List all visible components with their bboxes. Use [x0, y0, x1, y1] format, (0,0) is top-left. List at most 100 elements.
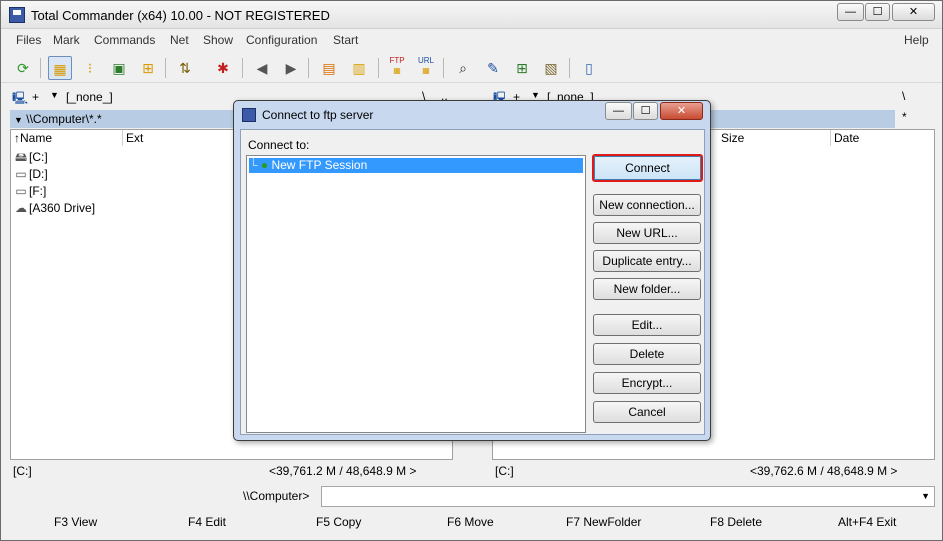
- right-filter-star[interactable]: *: [902, 110, 907, 124]
- left-path: \\Computer\*.*: [26, 112, 102, 126]
- right-root-button-2[interactable]: \: [902, 89, 905, 103]
- ftp-connect-icon[interactable]: FTP ▦: [385, 56, 409, 80]
- menu-start[interactable]: Start: [333, 33, 358, 47]
- menu-show[interactable]: Show: [203, 33, 233, 47]
- new-folder-button[interactable]: New folder...: [593, 278, 701, 300]
- dialog-close-button[interactable]: ✕: [660, 102, 703, 120]
- f7-newfolder-button[interactable]: F7 NewFolder: [566, 515, 641, 529]
- sync-dirs-icon[interactable]: ⊞: [510, 56, 534, 80]
- menu-configuration[interactable]: Configuration: [246, 33, 317, 47]
- tree-view-icon[interactable]: ⊞: [136, 56, 160, 80]
- menu-bar: Files Mark Commands Net Show Configurati…: [1, 30, 942, 52]
- chevron-down-icon: ▼: [14, 115, 23, 125]
- f8-delete-button[interactable]: F8 Delete: [710, 515, 762, 529]
- new-url-button[interactable]: New URL...: [593, 222, 701, 244]
- menu-net[interactable]: Net: [170, 33, 189, 47]
- cancel-button[interactable]: Cancel: [593, 401, 701, 423]
- thumbnail-view-icon[interactable]: ▣: [107, 56, 131, 80]
- maximize-button[interactable]: ☐: [865, 3, 890, 21]
- menu-files[interactable]: Files: [16, 33, 41, 47]
- dialog-maximize-button[interactable]: ☐: [633, 102, 658, 120]
- ftp-session-icon: ●: [260, 158, 269, 172]
- drive-f-icon: ▭: [15, 184, 27, 198]
- notepad-icon[interactable]: ▯: [577, 56, 601, 80]
- unpack-icon[interactable]: ▥: [347, 56, 371, 80]
- item-label: [D:]: [29, 167, 48, 181]
- chevron-down-icon[interactable]: ▼: [50, 90, 59, 100]
- f3-view-button[interactable]: F3 View: [54, 515, 97, 529]
- f4-edit-button[interactable]: F4 Edit: [188, 515, 226, 529]
- url-connect-icon[interactable]: URL ▦: [414, 56, 438, 80]
- rename-icon[interactable]: ✎: [481, 56, 505, 80]
- tree-item-new-ftp-session[interactable]: └ ● New FTP Session: [249, 158, 583, 173]
- chevron-down-icon[interactable]: ▼: [531, 90, 540, 100]
- url-label: URL: [417, 56, 434, 65]
- pack-icon[interactable]: ▤: [317, 56, 341, 80]
- connect-button[interactable]: Connect: [592, 154, 703, 182]
- title-bar: Total Commander (x64) 10.00 - NOT REGIST…: [1, 1, 942, 29]
- left-drive-label: [_none_]: [66, 90, 113, 104]
- column-size[interactable]: Size: [718, 130, 831, 146]
- new-connection-button[interactable]: New connection...: [593, 194, 701, 216]
- menu-mark[interactable]: Mark: [53, 33, 80, 47]
- list-item[interactable]: ☁ [A360 Drive]: [13, 200, 95, 217]
- edit-button[interactable]: Edit...: [593, 314, 701, 336]
- left-status-space: <39,761.2 M / 48,648.9 M >: [269, 464, 417, 478]
- left-drive-combo[interactable]: +: [32, 90, 39, 104]
- ftp-label: FTP: [389, 56, 405, 65]
- left-status-drive: [C:]: [13, 464, 32, 478]
- cloud-drive-icon: ☁: [15, 201, 27, 215]
- item-label: [A360 Drive]: [29, 201, 96, 215]
- f5-copy-button[interactable]: F5 Copy: [316, 515, 361, 529]
- right-status-drive: [C:]: [495, 464, 514, 478]
- command-line: \\Computer> ▼: [1, 486, 942, 508]
- command-input[interactable]: ▼: [321, 486, 935, 507]
- forward-icon[interactable]: ▶: [279, 56, 303, 80]
- list-item[interactable]: ▭ [D:]: [13, 166, 48, 183]
- list-item[interactable]: 🖴 [C:]: [13, 149, 48, 166]
- column-name-label: Name: [20, 131, 53, 145]
- detailed-view-icon[interactable]: ⁝: [78, 56, 102, 80]
- dialog-minimize-button[interactable]: —: [605, 102, 632, 120]
- command-prompt: \\Computer>: [243, 489, 310, 503]
- left-status-bar: [C:] <39,761.2 M / 48,648.9 M >: [10, 462, 453, 481]
- alt-f4-exit-button[interactable]: Alt+F4 Exit: [838, 515, 896, 529]
- compare-icon[interactable]: ▧: [539, 56, 563, 80]
- minimize-button[interactable]: —: [837, 3, 864, 21]
- find-icon[interactable]: ⌕: [451, 56, 475, 80]
- main-window: Total Commander (x64) 10.00 - NOT REGIST…: [0, 0, 943, 541]
- dialog-body: Connect to: └ ● New FTP Session Connect …: [240, 129, 705, 435]
- right-status-bar: [C:] <39,762.6 M / 48,648.9 M >: [492, 462, 935, 481]
- chevron-down-icon[interactable]: ▼: [921, 491, 930, 501]
- item-label: [C:]: [29, 150, 48, 164]
- sort-icon[interactable]: ⇅: [173, 56, 197, 80]
- column-name[interactable]: ↑Name: [11, 130, 123, 146]
- drive-d-icon: ▭: [15, 167, 27, 181]
- close-button[interactable]: ✕: [892, 3, 935, 21]
- app-icon: [242, 108, 256, 122]
- app-icon: [9, 7, 25, 23]
- connect-to-label: Connect to:: [248, 138, 310, 152]
- refresh-icon[interactable]: ⟳: [11, 56, 35, 80]
- encrypt-button[interactable]: Encrypt...: [593, 372, 701, 394]
- computer-icon: 🖳: [12, 91, 29, 105]
- brief-view-icon[interactable]: ▦: [48, 56, 72, 80]
- connection-tree[interactable]: └ ● New FTP Session: [246, 155, 586, 433]
- list-item[interactable]: ▭ [F:]: [13, 183, 46, 200]
- tree-line-icon: └: [249, 158, 258, 172]
- function-key-bar: F3 View F4 Edit F5 Copy F6 Move F7 NewFo…: [1, 513, 942, 533]
- f6-move-button[interactable]: F6 Move: [447, 515, 494, 529]
- delete-button[interactable]: Delete: [593, 343, 701, 365]
- menu-help[interactable]: Help: [904, 33, 929, 47]
- ftp-connect-dialog: Connect to ftp server — ☐ ✕ Connect to: …: [233, 100, 711, 441]
- right-status-space: <39,762.6 M / 48,648.9 M >: [750, 464, 898, 478]
- back-icon[interactable]: ◀: [250, 56, 274, 80]
- column-date[interactable]: Date: [831, 130, 935, 146]
- duplicate-entry-button[interactable]: Duplicate entry...: [593, 250, 701, 272]
- item-label: [F:]: [29, 184, 47, 198]
- dialog-title: Connect to ftp server: [262, 108, 374, 122]
- drive-c-icon: 🖴: [14, 150, 28, 164]
- toolbar: ⟳ ▦ ⁝ ▣ ⊞ ⇅ ✱ ◀ ▶ ▤ ▥ FTP ▦ URL ▦ ⌕ ✎ ⊞ ▧ …: [1, 53, 942, 83]
- invert-selection-icon[interactable]: ✱: [211, 56, 235, 80]
- menu-commands[interactable]: Commands: [94, 33, 155, 47]
